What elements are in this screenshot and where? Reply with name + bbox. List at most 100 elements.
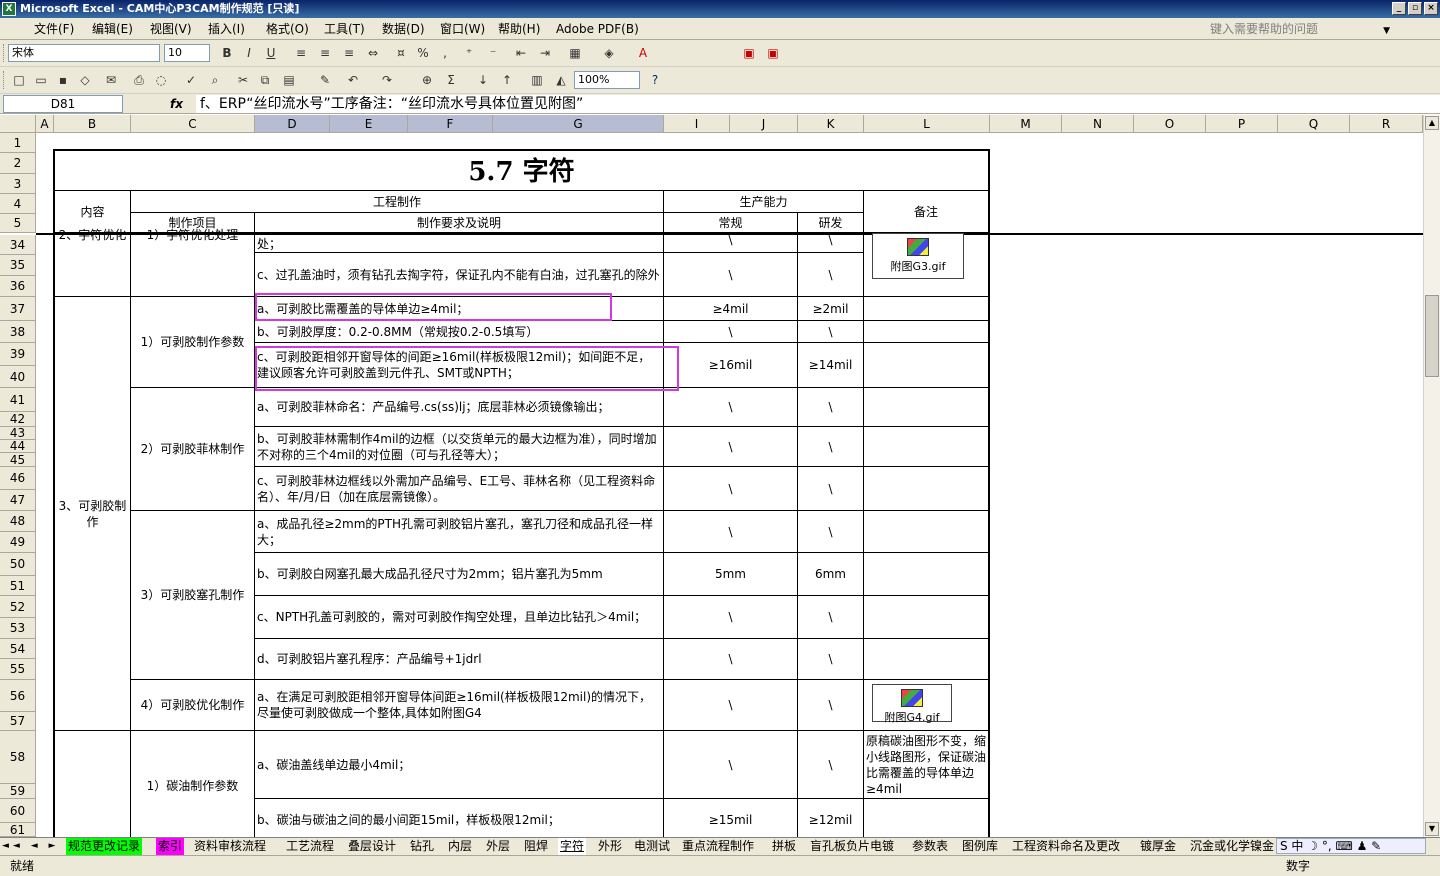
- column-header[interactable]: D: [255, 115, 330, 133]
- help-search-input[interactable]: 键入需要帮助的问题: [1210, 20, 1382, 38]
- menu-insert[interactable]: 插入(I): [208, 18, 245, 40]
- save-icon[interactable]: ▪: [54, 71, 72, 89]
- tab-hard-gold[interactable]: 镀厚金: [1138, 838, 1178, 855]
- tab-stackup[interactable]: 叠层设计: [346, 838, 398, 855]
- row-header[interactable]: 36: [0, 276, 36, 297]
- item-peelable-params[interactable]: 1）可剥胶制作参数: [131, 297, 255, 388]
- underline-button[interactable]: U: [262, 44, 280, 62]
- scroll-up-icon[interactable]: ▲: [1425, 116, 1439, 130]
- remark-cell[interactable]: [864, 388, 990, 427]
- tab-key-process[interactable]: 重点流程制作: [680, 838, 756, 855]
- sort-descending-icon[interactable]: ↑: [498, 71, 516, 89]
- row-header[interactable]: 54: [0, 639, 36, 659]
- normal-cell[interactable]: \: [664, 680, 798, 731]
- fx-icon[interactable]: fx: [170, 94, 183, 114]
- new-file-icon[interactable]: □: [10, 71, 28, 89]
- req-cell[interactable]: b、可剥胶菲林需制作4mil的边框（以交货单元的最大边框为准），同时增加不对称的…: [255, 427, 664, 467]
- menu-data[interactable]: 数据(D): [382, 18, 425, 40]
- row-header[interactable]: 41: [0, 388, 36, 412]
- permission-icon[interactable]: ◇: [76, 71, 94, 89]
- pdf-mail-icon[interactable]: ▣: [764, 44, 782, 62]
- open-folder-icon[interactable]: ▭: [32, 71, 50, 89]
- row-header[interactable]: 34: [0, 235, 36, 255]
- row-header[interactable]: 44: [0, 440, 36, 453]
- column-header[interactable]: G: [493, 115, 664, 133]
- column-header[interactable]: I: [664, 115, 730, 133]
- menu-view[interactable]: 视图(V): [150, 18, 192, 40]
- row-header[interactable]: 47: [0, 490, 36, 511]
- spelling-icon[interactable]: ✓: [182, 71, 200, 89]
- currency-icon[interactable]: ¤: [392, 44, 410, 62]
- percent-button[interactable]: %: [414, 44, 432, 62]
- column-header[interactable]: C: [131, 115, 255, 133]
- dev-cell[interactable]: 6mm: [798, 553, 864, 596]
- print-icon[interactable]: ⎙: [130, 71, 148, 89]
- column-header[interactable]: F: [408, 115, 493, 133]
- italic-button[interactable]: I: [240, 44, 258, 62]
- attachment-g3[interactable]: 附图G3.gif: [872, 233, 964, 279]
- dev-cell[interactable]: ≥12mil: [798, 799, 864, 837]
- menu-format[interactable]: 格式(O): [266, 18, 309, 40]
- select-all-corner[interactable]: [0, 115, 36, 133]
- increase-indent-icon[interactable]: ⇥: [536, 44, 554, 62]
- dev-cell[interactable]: \: [798, 596, 864, 639]
- req-cell[interactable]: c、过孔盖油时，须有钻孔去掏字符，保证孔内不能有白油，过孔塞孔的除外: [255, 253, 664, 297]
- item-peelable-plug[interactable]: 3）可剥胶塞孔制作: [131, 511, 255, 680]
- row-header[interactable]: 37: [0, 297, 36, 321]
- header-engineering[interactable]: 工程制作: [131, 191, 664, 213]
- section-carbon[interactable]: [53, 731, 131, 837]
- maximize-button[interactable]: ▫: [1408, 2, 1422, 15]
- row-header[interactable]: 46: [0, 467, 36, 490]
- font-name-select[interactable]: 宋体: [8, 44, 160, 62]
- dev-cell[interactable]: \: [798, 467, 864, 511]
- row-header[interactable]: 45: [0, 453, 36, 467]
- format-painter-icon[interactable]: ✎: [316, 71, 334, 89]
- column-header[interactable]: K: [798, 115, 864, 133]
- tab-process[interactable]: 工艺流程: [284, 838, 336, 855]
- remark-cell[interactable]: 原稿碳油图形不变，缩小线路图形，保证碳油比需覆盖的导体单边≥4mil: [864, 731, 990, 799]
- toolbar-grip[interactable]: [3, 44, 6, 62]
- scroll-down-icon[interactable]: ▼: [1425, 822, 1439, 836]
- tab-panel[interactable]: 拼板: [770, 838, 798, 855]
- tab-inner[interactable]: 内层: [446, 838, 474, 855]
- column-header[interactable]: Q: [1278, 115, 1350, 133]
- req-cell[interactable]: 处；: [255, 227, 664, 253]
- row-header[interactable]: 35: [0, 255, 36, 276]
- row-header[interactable]: 56: [0, 680, 36, 712]
- menu-help[interactable]: 帮助(H): [498, 18, 540, 40]
- header-capacity[interactable]: 生产能力: [664, 191, 864, 213]
- font-color-icon[interactable]: A: [634, 44, 652, 62]
- dev-cell[interactable]: ≥2mil: [798, 297, 864, 321]
- item-peelable-optimize[interactable]: 4）可剥胶优化制作: [131, 680, 255, 731]
- row-header[interactable]: 2: [0, 153, 36, 174]
- dev-cell[interactable]: \: [798, 321, 864, 343]
- normal-cell[interactable]: 5mm: [664, 553, 798, 596]
- tab-drill[interactable]: 钻孔: [408, 838, 436, 855]
- minimize-button[interactable]: _: [1392, 2, 1406, 15]
- sort-ascending-icon[interactable]: ↓: [474, 71, 492, 89]
- row-header[interactable]: 55: [0, 659, 36, 680]
- row-header[interactable]: 42: [0, 412, 36, 427]
- row-header[interactable]: 3: [0, 174, 36, 194]
- increase-decimal-icon[interactable]: ⁺: [460, 44, 478, 62]
- column-header[interactable]: B: [54, 115, 131, 133]
- close-button[interactable]: ×: [1424, 2, 1438, 15]
- pdf-convert-icon[interactable]: ▣: [740, 44, 758, 62]
- row-header[interactable]: 53: [0, 618, 36, 639]
- tab-scroll-buttons[interactable]: ◄◄ ◄ ► ►►: [2, 838, 84, 854]
- mail-icon[interactable]: ✉: [102, 71, 120, 89]
- row-header[interactable]: 5: [0, 214, 36, 233]
- req-cell[interactable]: a、可剥胶菲林命名：产品编号.cs(ss)lj；底层菲林必须镜像输出；: [255, 388, 664, 427]
- normal-cell[interactable]: ≥15mil: [664, 799, 798, 837]
- row-header[interactable]: 61: [0, 823, 36, 837]
- redo-icon[interactable]: ↷: [378, 71, 396, 89]
- normal-cell[interactable]: \: [664, 596, 798, 639]
- row-header[interactable]: 57: [0, 712, 36, 731]
- req-cell[interactable]: b、碳油与碳油之间的最小间距15mil，样板极限12mil；: [255, 799, 664, 837]
- dev-cell[interactable]: \: [798, 511, 864, 553]
- toolbar-grip[interactable]: [3, 71, 6, 89]
- menu-window[interactable]: 窗口(W): [440, 18, 485, 40]
- remark-cell[interactable]: [864, 596, 990, 639]
- drawing-icon[interactable]: ◭: [552, 71, 570, 89]
- req-cell[interactable]: b、可剥胶白网塞孔最大成品孔径尺寸为2mm；铝片塞孔为5mm: [255, 553, 664, 596]
